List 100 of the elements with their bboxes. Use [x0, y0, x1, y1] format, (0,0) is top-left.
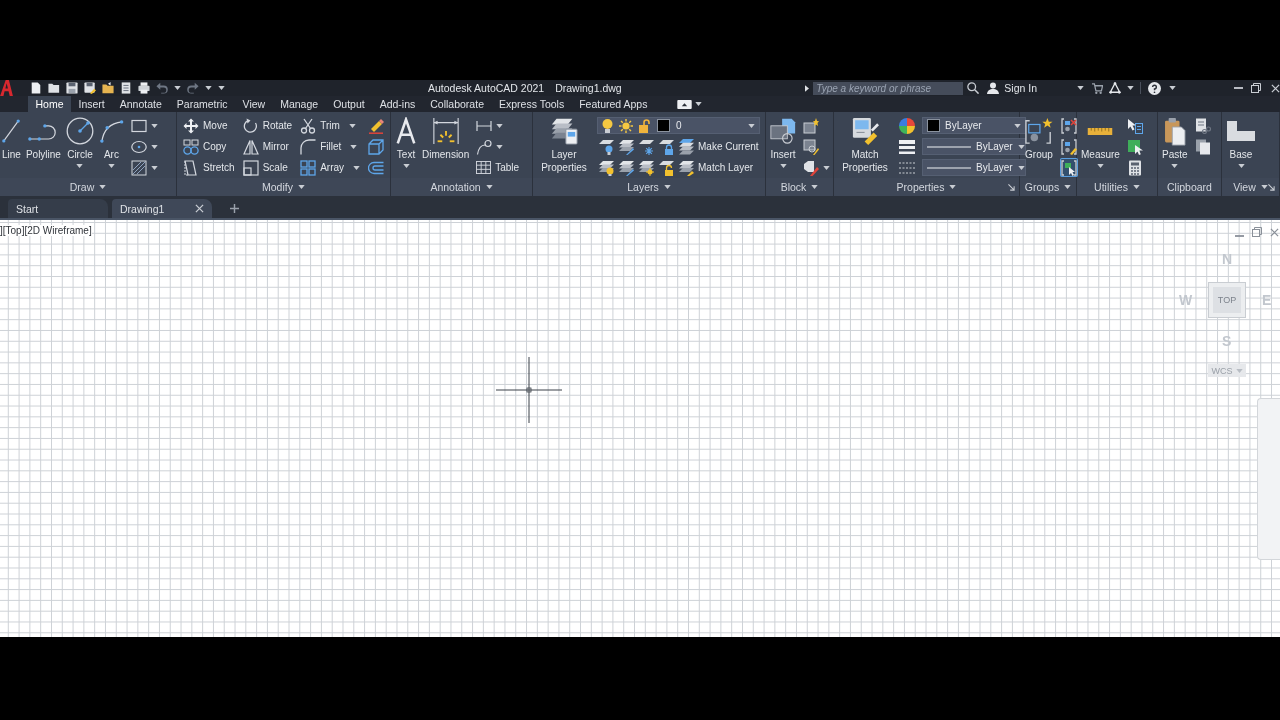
property-dropdown[interactable]: ByLayer: [922, 138, 1026, 155]
ribbon-tool-button[interactable]: Dimension: [420, 114, 472, 161]
panel-title-bar[interactable]: Annotation: [391, 178, 532, 196]
ribbon-tool-button[interactable]: [597, 137, 615, 156]
panel-title-bar[interactable]: View: [1222, 178, 1279, 196]
ribbon-tool-button[interactable]: [802, 158, 831, 177]
ribbon-tool-button[interactable]: [367, 137, 386, 156]
ribbon-tool-button[interactable]: Copy: [182, 137, 228, 156]
ribbon-tool-button[interactable]: Match Properties: [836, 114, 894, 174]
ribbon-tool-button[interactable]: Match Layer: [677, 158, 755, 177]
file-tab[interactable]: Drawing1: [112, 199, 212, 218]
folder-arrow-icon[interactable]: [102, 82, 114, 94]
ribbon-tool-button[interactable]: Move: [182, 116, 229, 135]
ribbon-tool-button[interactable]: Make Current: [677, 137, 760, 156]
search-field[interactable]: Type a keyword or phrase: [813, 81, 964, 95]
ribbon-tab[interactable]: Express Tools: [491, 96, 572, 112]
ribbon-tool-button[interactable]: [617, 137, 635, 156]
printer-icon[interactable]: [138, 82, 150, 94]
ribbon-tool-button[interactable]: [802, 116, 820, 135]
panel-title-bar[interactable]: Clipboard: [1158, 178, 1221, 196]
open-padlock-icon[interactable]: [639, 118, 651, 133]
close-icon[interactable]: [1271, 83, 1280, 93]
search-icon[interactable]: [967, 82, 980, 94]
ribbon-tool-button[interactable]: [475, 137, 505, 156]
ribbon-tab[interactable]: View: [235, 96, 273, 112]
ribbon-tool-button[interactable]: Mirror: [241, 137, 290, 156]
ribbon-tool-button[interactable]: [1193, 137, 1212, 156]
redo-icon[interactable]: [187, 82, 199, 94]
ribbon-tool-button[interactable]: Rotate: [241, 116, 294, 135]
restore-icon[interactable]: [1251, 83, 1261, 93]
new-page-icon[interactable]: [30, 82, 42, 94]
ribbon-tool-button[interactable]: [637, 137, 655, 156]
ribbon-tool-button[interactable]: [1060, 116, 1078, 135]
launcher-arrow-icon[interactable]: [1008, 183, 1015, 191]
caret-icon[interactable]: [1127, 86, 1134, 90]
save-icon[interactable]: [66, 82, 78, 94]
ribbon-tool-button[interactable]: Array: [299, 158, 362, 177]
caret-icon[interactable]: [1169, 86, 1176, 90]
triangle-nodes-icon[interactable]: [1109, 82, 1121, 94]
ribbon-tool-button[interactable]: Measure: [1079, 114, 1122, 168]
ribbon-tab[interactable]: Parametric: [169, 96, 236, 112]
cart-icon[interactable]: [1092, 82, 1103, 94]
ribbon-tool-button[interactable]: Text: [393, 114, 419, 168]
launcher-arrow-icon[interactable]: [1268, 183, 1275, 191]
ribbon-tab[interactable]: Home: [28, 96, 71, 112]
caret-icon[interactable]: [174, 86, 181, 90]
ribbon-tool-button[interactable]: [367, 116, 386, 135]
open-folder-icon[interactable]: [48, 82, 60, 94]
sign-in-button[interactable]: Sign In: [987, 82, 1037, 94]
ribbon-tool-button[interactable]: Insert: [768, 114, 798, 168]
ribbon-tool-button[interactable]: Fillet: [299, 137, 359, 156]
ribbon-tab[interactable]: Annotate: [112, 96, 170, 112]
ribbon-tab[interactable]: Collaborate: [422, 96, 492, 112]
layer-dropdown[interactable]: 0: [597, 117, 760, 134]
ribbon-tool-button[interactable]: [898, 137, 916, 156]
ribbon-tool-button[interactable]: [1060, 158, 1078, 177]
ribbon-tool-button[interactable]: Arc: [96, 114, 126, 168]
ribbon-tool-button[interactable]: [129, 158, 159, 177]
ribbon-tool-button[interactable]: Paste: [1160, 114, 1190, 168]
ribbon-tool-button[interactable]: [637, 158, 655, 177]
property-dropdown[interactable]: ByLayer: [922, 159, 1026, 176]
ribbon-tab[interactable]: Insert: [71, 96, 113, 112]
ribbon-tool-button[interactable]: Table: [475, 158, 521, 177]
panel-title-bar[interactable]: Draw: [0, 178, 176, 196]
panel-title-bar[interactable]: Block: [766, 178, 833, 196]
ribbon-tool-button[interactable]: [1125, 116, 1144, 135]
ribbon-tool-button[interactable]: Scale: [241, 158, 289, 177]
ribbon-tool-button[interactable]: [1125, 137, 1144, 156]
file-tab[interactable]: Start: [8, 199, 108, 218]
plus-icon[interactable]: [230, 204, 239, 213]
panel-title-bar[interactable]: Properties: [834, 178, 1019, 196]
viewport-label[interactable]: ][Top][2D Wireframe]: [0, 225, 92, 236]
help-icon[interactable]: [1148, 81, 1161, 95]
ribbon-tool-button[interactable]: Line: [0, 114, 23, 161]
panel-title-bar[interactable]: Groups: [1020, 178, 1076, 196]
close-icon[interactable]: [195, 204, 204, 213]
sun-icon[interactable]: [619, 118, 633, 133]
ribbon-tab[interactable]: Featured Apps: [571, 96, 655, 112]
ribbon-tool-button[interactable]: Layer Properties: [535, 114, 593, 174]
ribbon-tab[interactable]: Manage: [272, 96, 326, 112]
undo-icon[interactable]: [156, 82, 168, 94]
ribbon-tool-button[interactable]: [1060, 137, 1078, 156]
ribbon-tool-button[interactable]: [657, 158, 675, 177]
ribbon-tool-button[interactable]: [1193, 116, 1212, 135]
panel-title-bar[interactable]: Utilities: [1077, 178, 1157, 196]
app-logo-icon[interactable]: [0, 80, 13, 96]
ribbon-tool-button[interactable]: [617, 158, 635, 177]
ribbon-tool-button[interactable]: [802, 137, 820, 156]
ribbon-tab[interactable]: Add-ins: [372, 96, 423, 112]
ribbon-tool-button[interactable]: Trim: [299, 116, 357, 135]
ribbon-tool-button[interactable]: Polyline: [23, 114, 63, 161]
property-dropdown[interactable]: ByLayer: [922, 117, 1026, 134]
ribbon-tool-button[interactable]: [657, 137, 675, 156]
ribbon-tool-button[interactable]: [898, 116, 916, 135]
panel-title-bar[interactable]: Layers: [533, 178, 765, 196]
panel-title-bar[interactable]: Modify: [177, 178, 390, 196]
save-pencil-icon[interactable]: [84, 82, 96, 94]
ribbon-tool-button[interactable]: Circle: [63, 114, 96, 168]
ribbon-tool-button[interactable]: Stretch: [182, 158, 236, 177]
caret-icon[interactable]: [1077, 86, 1084, 90]
